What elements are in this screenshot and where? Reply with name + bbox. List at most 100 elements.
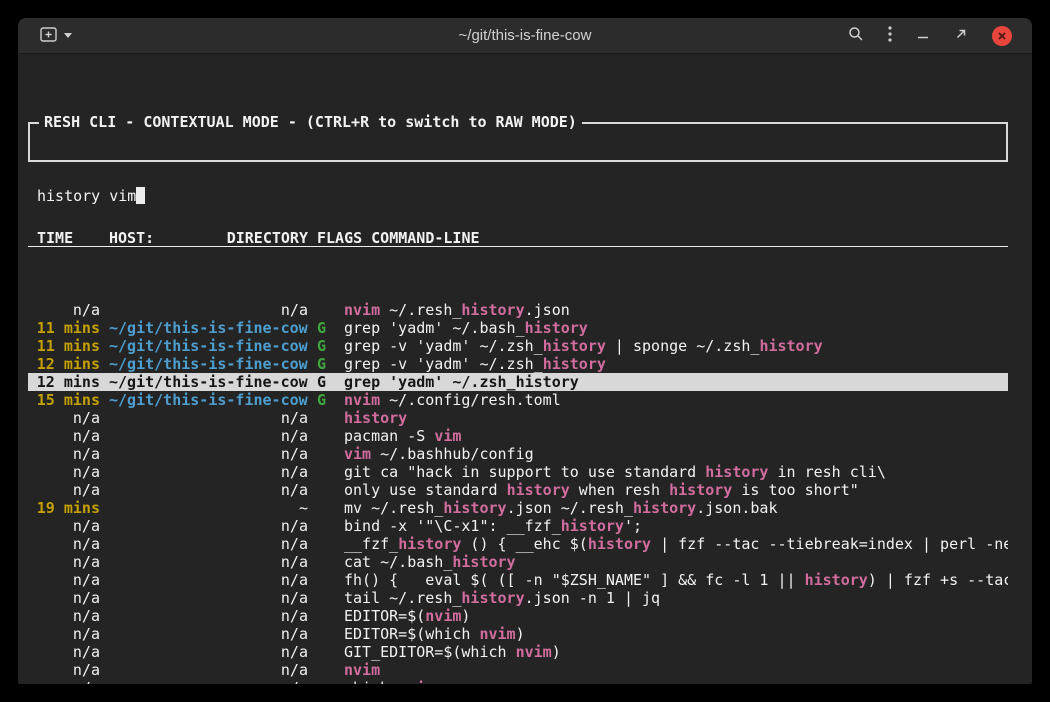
row-time: 11 mins bbox=[28, 319, 100, 337]
history-row[interactable]: n/a n/a nvim ~/.resh_history.json bbox=[28, 301, 1008, 319]
row-time: n/a bbox=[28, 607, 100, 625]
search-box-title: RESH CLI - CONTEXTUAL MODE - (CTRL+R to … bbox=[39, 113, 582, 131]
history-list: n/a n/a nvim ~/.resh_history.json 11 min… bbox=[28, 301, 1008, 684]
row-time: n/a bbox=[28, 553, 100, 571]
row-time: n/a bbox=[28, 301, 100, 319]
row-time: n/a bbox=[28, 427, 100, 445]
history-row[interactable]: n/a n/a EDITOR=$(nvim) bbox=[28, 607, 1008, 625]
history-row[interactable]: n/a n/a which nvim bbox=[28, 679, 1008, 684]
row-directory: n/a bbox=[109, 535, 308, 553]
row-time: n/a bbox=[28, 679, 100, 684]
row-time: n/a bbox=[28, 517, 100, 535]
row-time: 15 mins bbox=[28, 391, 100, 409]
terminal-window: ~/git/this-is-fine-cow bbox=[18, 18, 1032, 684]
row-directory: n/a bbox=[109, 553, 308, 571]
history-row[interactable]: n/a n/a vim ~/.bashhub/config bbox=[28, 445, 1008, 463]
history-row[interactable]: n/a n/a fh() { eval $( ([ -n "$ZSH_NAME"… bbox=[28, 571, 1008, 589]
row-flags: G bbox=[317, 319, 335, 337]
history-row[interactable]: n/a n/a nvim bbox=[28, 661, 1008, 679]
row-time: n/a bbox=[28, 625, 100, 643]
history-row[interactable]: n/a n/a only use standard history when r… bbox=[28, 481, 1008, 499]
row-command: fh() { eval $( ([ -n "$ZSH_NAME" ] && fc… bbox=[344, 571, 1008, 589]
history-row[interactable]: n/a n/a pacman -S vim bbox=[28, 427, 1008, 445]
search-button[interactable] bbox=[848, 26, 864, 45]
row-time: n/a bbox=[28, 409, 100, 427]
terminal-content: RESH CLI - CONTEXTUAL MODE - (CTRL+R to … bbox=[18, 54, 1032, 684]
row-directory: n/a bbox=[109, 679, 308, 684]
minimize-icon bbox=[916, 27, 930, 44]
row-directory: n/a bbox=[109, 643, 308, 661]
row-directory: n/a bbox=[109, 409, 308, 427]
row-flags bbox=[317, 301, 335, 319]
row-command: git ca "hack in support to use standard … bbox=[344, 463, 1008, 481]
row-time: n/a bbox=[28, 481, 100, 499]
row-command: tail ~/.resh_history.json -n 1 | jq bbox=[344, 589, 1008, 607]
text-cursor bbox=[136, 187, 145, 204]
row-command: nvim bbox=[344, 661, 1008, 679]
row-directory: n/a bbox=[109, 301, 308, 319]
history-row[interactable]: n/a n/a cat ~/.bash_history bbox=[28, 553, 1008, 571]
new-tab-dropdown-button[interactable] bbox=[64, 33, 72, 38]
row-command: vim ~/.bashhub/config bbox=[344, 445, 1008, 463]
history-row[interactable]: n/a n/a tail ~/.resh_history.json -n 1 |… bbox=[28, 589, 1008, 607]
row-flags bbox=[317, 409, 335, 427]
close-button[interactable] bbox=[992, 26, 1012, 46]
row-command: EDITOR=$(nvim) bbox=[344, 607, 1008, 625]
row-time: n/a bbox=[28, 571, 100, 589]
row-time: n/a bbox=[28, 535, 100, 553]
row-time: 11 mins bbox=[28, 337, 100, 355]
row-command: history bbox=[344, 409, 1008, 427]
restore-button[interactable] bbox=[954, 27, 968, 44]
row-command: only use standard history when resh hist… bbox=[344, 481, 1008, 499]
history-row[interactable]: n/a n/a git ca "hack in support to use s… bbox=[28, 463, 1008, 481]
row-command: EDITOR=$(which nvim) bbox=[344, 625, 1008, 643]
history-row[interactable]: n/a n/a __fzf_history () { __ehc $(histo… bbox=[28, 535, 1008, 553]
row-directory: ~ bbox=[109, 499, 308, 517]
history-row[interactable]: 11 mins ~/git/this-is-fine-cow G grep -v… bbox=[28, 337, 1008, 355]
history-row[interactable]: 12 mins ~/git/this-is-fine-cow G grep 'y… bbox=[28, 373, 1008, 391]
row-flags: G bbox=[317, 355, 335, 373]
history-row[interactable]: n/a n/a GIT_EDITOR=$(which nvim) bbox=[28, 643, 1008, 661]
row-flags bbox=[317, 571, 335, 589]
row-directory: ~/git/this-is-fine-cow bbox=[109, 391, 308, 409]
history-row[interactable]: 11 mins ~/git/this-is-fine-cow G grep 'y… bbox=[28, 319, 1008, 337]
row-flags bbox=[317, 499, 335, 517]
row-command: grep -v 'yadm' ~/.zsh_history | sponge ~… bbox=[344, 337, 1008, 355]
restore-icon bbox=[954, 27, 968, 44]
row-directory: ~/git/this-is-fine-cow bbox=[109, 373, 308, 391]
new-tab-button[interactable] bbox=[40, 27, 57, 45]
history-row[interactable]: 12 mins ~/git/this-is-fine-cow G grep -v… bbox=[28, 355, 1008, 373]
row-time: 12 mins bbox=[28, 373, 100, 391]
row-directory: n/a bbox=[109, 625, 308, 643]
row-directory: n/a bbox=[109, 481, 308, 499]
row-command: nvim ~/.config/resh.toml bbox=[344, 391, 1008, 409]
history-row[interactable]: 15 mins ~/git/this-is-fine-cow G nvim ~/… bbox=[28, 391, 1008, 409]
history-row[interactable]: n/a n/a EDITOR=$(which nvim) bbox=[28, 625, 1008, 643]
search-input[interactable]: history vim bbox=[37, 187, 999, 205]
row-flags bbox=[317, 553, 335, 571]
history-row[interactable]: n/a n/a history bbox=[28, 409, 1008, 427]
row-command: GIT_EDITOR=$(which nvim) bbox=[344, 643, 1008, 661]
row-flags bbox=[317, 463, 335, 481]
row-flags bbox=[317, 481, 335, 499]
minimize-button[interactable] bbox=[916, 27, 930, 44]
menu-button[interactable] bbox=[888, 26, 892, 45]
row-command: grep 'yadm' ~/.bash_history bbox=[344, 319, 1008, 337]
titlebar: ~/git/this-is-fine-cow bbox=[18, 18, 1032, 54]
row-flags bbox=[317, 625, 335, 643]
row-flags bbox=[317, 517, 335, 535]
row-command: which nvim bbox=[344, 679, 1008, 684]
row-directory: n/a bbox=[109, 589, 308, 607]
row-directory: n/a bbox=[109, 661, 308, 679]
history-row[interactable]: 19 mins ~ mv ~/.resh_history.json ~/.res… bbox=[28, 499, 1008, 517]
row-flags bbox=[317, 589, 335, 607]
row-directory: n/a bbox=[109, 571, 308, 589]
new-tab-icon bbox=[40, 27, 57, 45]
history-row[interactable]: n/a n/a bind -x '"\C-x1": __fzf_history'… bbox=[28, 517, 1008, 535]
row-flags: G bbox=[317, 391, 335, 409]
row-flags bbox=[317, 661, 335, 679]
search-query-box[interactable]: RESH CLI - CONTEXTUAL MODE - (CTRL+R to … bbox=[28, 122, 1008, 162]
row-flags bbox=[317, 427, 335, 445]
row-flags: G bbox=[317, 373, 335, 391]
row-command: __fzf_history () { __ehc $(history | fzf… bbox=[344, 535, 1008, 553]
